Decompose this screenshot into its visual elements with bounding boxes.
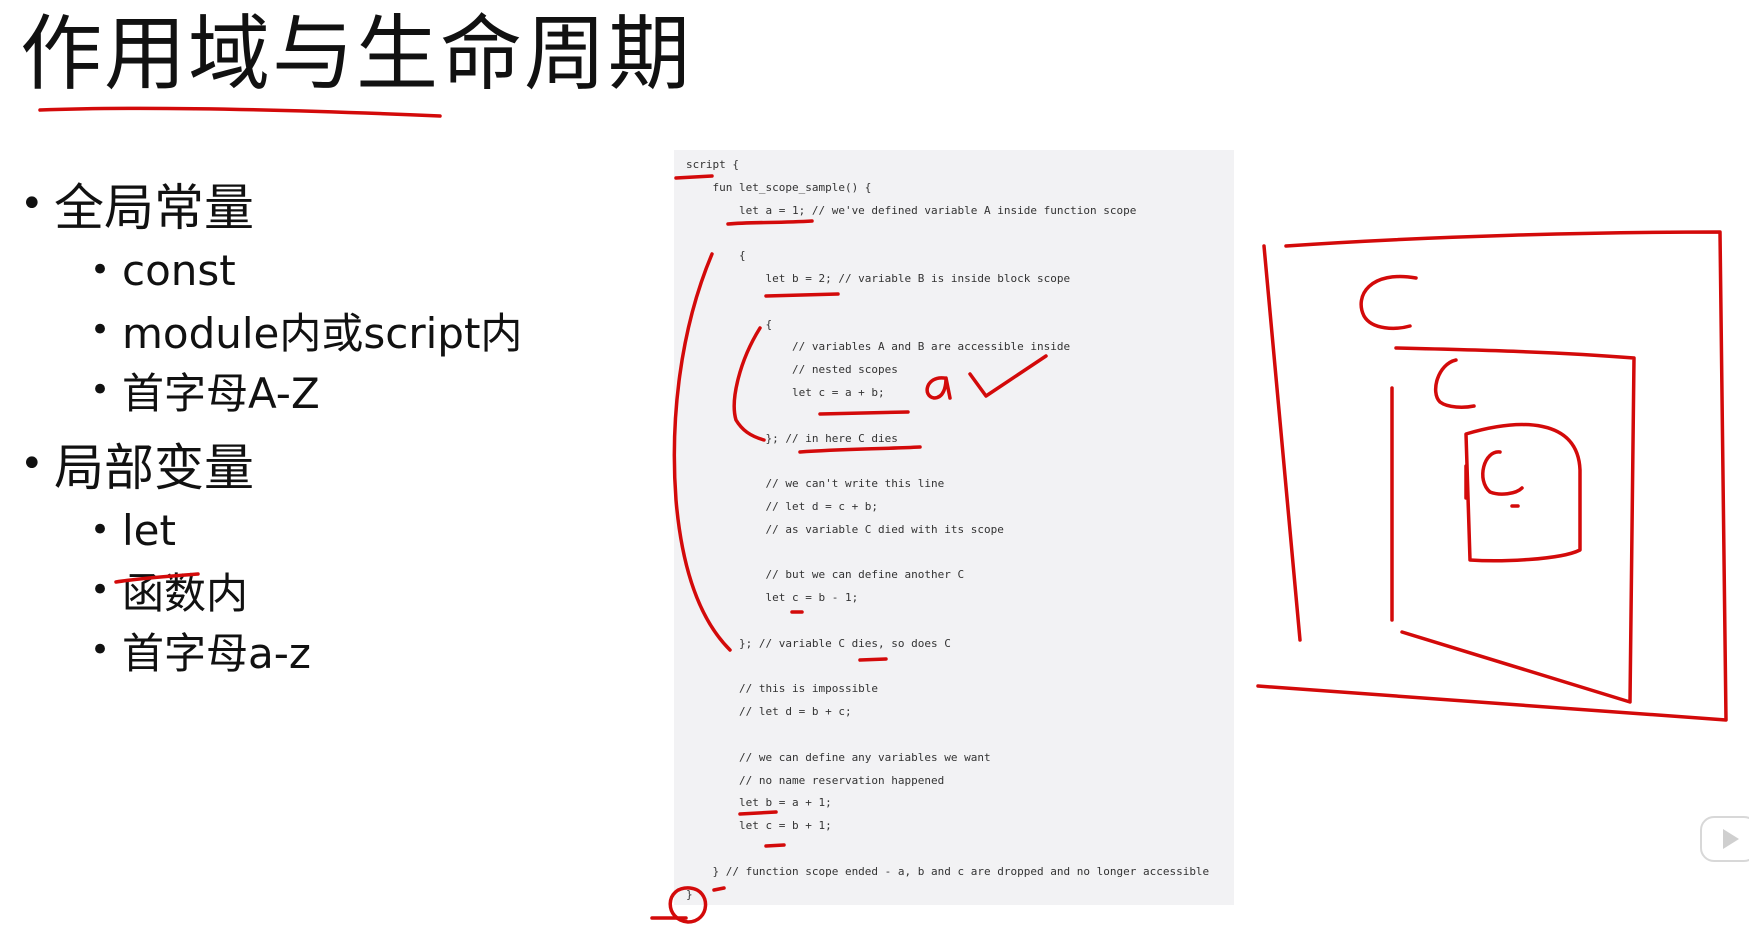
code-line: // nested scopes bbox=[686, 363, 898, 377]
code-line: let b = 2; // variable B is inside block… bbox=[686, 272, 1071, 285]
bullet-heading: 局部变量 bbox=[54, 439, 254, 497]
bullet-dot: • bbox=[90, 570, 111, 610]
code-line: let c = a + b; bbox=[686, 386, 885, 399]
code-line: fun let_scope_sample() { bbox=[686, 180, 872, 194]
scope-box-inner bbox=[1464, 422, 1582, 563]
bullet-dot: • bbox=[20, 441, 44, 487]
sub-bullet-text: let bbox=[122, 505, 176, 555]
code-line: let c = b + 1; bbox=[686, 819, 832, 833]
sub-bullet: • 首字母a-z bbox=[90, 620, 620, 680]
code-line: // variables A and B are accessible insi… bbox=[686, 340, 1071, 354]
code-line: // we can't write this line bbox=[686, 477, 945, 491]
sub-bullet: • 函数内 bbox=[90, 560, 620, 620]
scope-box-outer bbox=[1256, 230, 1728, 722]
code-line: }; // variable C dies, so does C bbox=[686, 636, 951, 650]
sub-bullet: • module内或script内 bbox=[90, 300, 620, 360]
bullet-dot: • bbox=[90, 250, 111, 290]
sub-bullet-text: 函数内 bbox=[122, 568, 249, 618]
bullet-global-constants: • 全局常量 bbox=[20, 168, 620, 240]
code-line: // we can define any variables we want bbox=[686, 750, 991, 764]
code-line: // let d = b + c; bbox=[686, 705, 852, 719]
code-line: // this is impossible bbox=[686, 682, 879, 696]
code-panel: script { fun let_scope_sample() { let a … bbox=[674, 150, 1234, 905]
bullet-list: • 全局常量 • const • module内或script内 • 首字母A-… bbox=[20, 168, 620, 680]
code-line: } bbox=[686, 887, 693, 901]
scope-box-middle bbox=[1390, 346, 1636, 704]
code-line: { bbox=[686, 317, 773, 331]
bullet-dot: • bbox=[90, 370, 111, 410]
code-line: { bbox=[686, 249, 746, 263]
sub-bullet-text: 首字母A-Z bbox=[122, 368, 320, 418]
sub-bullet-text: module内或script内 bbox=[122, 308, 523, 358]
scope-label-middle bbox=[1434, 358, 1476, 409]
code-line: let c = b - 1; bbox=[686, 591, 859, 605]
code-line: // as variable C died with its scope bbox=[686, 522, 1004, 536]
code-line: let a = 1; // we've defined variable A i… bbox=[686, 203, 1137, 217]
sub-bullet-text: const bbox=[122, 245, 236, 295]
bullet-dot: • bbox=[20, 181, 44, 227]
play-icon bbox=[1723, 829, 1739, 849]
code-line: // let d = c + b; bbox=[686, 500, 879, 513]
play-button[interactable] bbox=[1700, 816, 1749, 862]
bullet-heading: 全局常量 bbox=[54, 179, 254, 237]
sub-bullet: • const bbox=[90, 240, 620, 300]
bullet-dot: • bbox=[90, 510, 111, 550]
sub-bullet-text: 首字母a-z bbox=[122, 628, 311, 678]
scope-label-outer bbox=[1359, 274, 1418, 331]
sub-bullet: • let bbox=[90, 500, 620, 560]
code-line: // no name reservation happened bbox=[686, 773, 945, 787]
bullet-dot: • bbox=[90, 310, 111, 350]
code-line: }; // in here C dies bbox=[686, 431, 898, 445]
slide-title: 作用域与生命周期 bbox=[20, 7, 693, 102]
code-line: let b = a + 1; bbox=[686, 796, 832, 810]
sub-bullet: • 首字母A-Z bbox=[90, 360, 620, 420]
bullet-local-variables: • 局部变量 bbox=[20, 428, 620, 500]
code-line: script { bbox=[686, 158, 739, 171]
code-line: } // function scope ended - a, b and c a… bbox=[686, 864, 1210, 878]
code-line: // but we can define another C bbox=[686, 568, 965, 582]
bullet-dot: • bbox=[90, 630, 111, 670]
scope-label-inner bbox=[1481, 450, 1524, 496]
